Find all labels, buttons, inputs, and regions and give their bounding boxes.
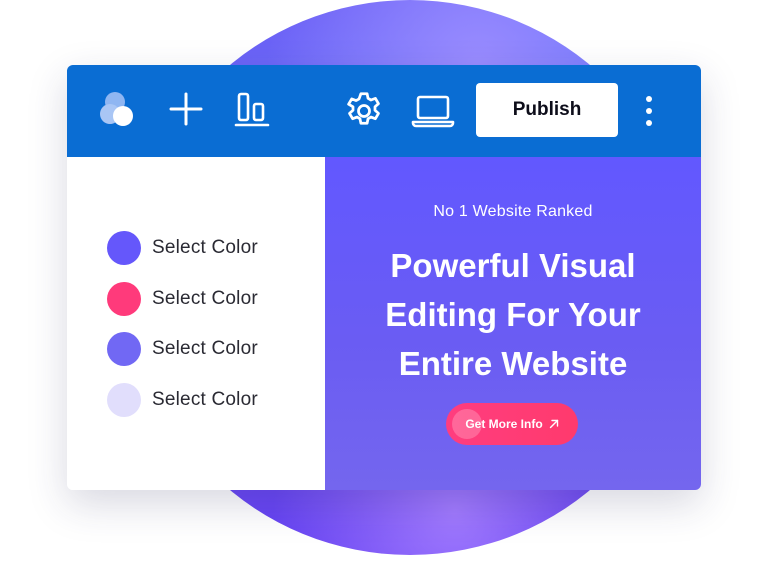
get-more-info-button[interactable]: Get More Info <box>446 403 578 445</box>
color-swatch[interactable] <box>107 383 141 417</box>
align-bottom-icon[interactable] <box>233 89 271 129</box>
preview-headline: Powerful Visual Editing For Your Entire … <box>325 241 701 388</box>
color-option-4[interactable]: Select Color <box>107 383 258 417</box>
more-vertical-icon[interactable] <box>635 91 663 131</box>
headline-line: Editing For Your <box>385 296 641 333</box>
preview-kicker: No 1 Website Ranked <box>433 203 593 220</box>
color-label: Select Color <box>152 389 258 410</box>
color-panel: Select Color Select Color Select Color S… <box>67 157 325 490</box>
arrow-up-right-icon <box>549 419 559 429</box>
cta-content: Get More Info <box>446 403 578 445</box>
color-swatch[interactable] <box>107 332 141 366</box>
toolbar: Publish <box>67 65 701 157</box>
color-option-3[interactable]: Select Color <box>107 332 258 366</box>
color-swatch[interactable] <box>107 282 141 316</box>
color-label: Select Color <box>152 237 258 258</box>
color-label: Select Color <box>152 338 258 359</box>
color-label: Select Color <box>152 288 258 309</box>
laptop-icon[interactable] <box>411 91 455 131</box>
color-swatch[interactable] <box>107 231 141 265</box>
color-option-1[interactable]: Select Color <box>107 231 258 265</box>
color-option-2[interactable]: Select Color <box>107 282 258 316</box>
editor-window: Publish Select Color Select Color Select… <box>67 65 701 490</box>
cta-label: Get More Info <box>465 417 543 431</box>
publish-button[interactable]: Publish <box>476 83 618 137</box>
headline-line: Entire Website <box>398 345 628 382</box>
website-preview: No 1 Website Ranked Powerful Visual Edit… <box>325 157 701 490</box>
headline-line: Powerful Visual <box>390 247 636 284</box>
logo-icon <box>97 87 141 131</box>
gear-icon[interactable] <box>341 89 387 133</box>
stage: Publish Select Color Select Color Select… <box>0 0 767 563</box>
plus-icon[interactable] <box>167 89 205 129</box>
